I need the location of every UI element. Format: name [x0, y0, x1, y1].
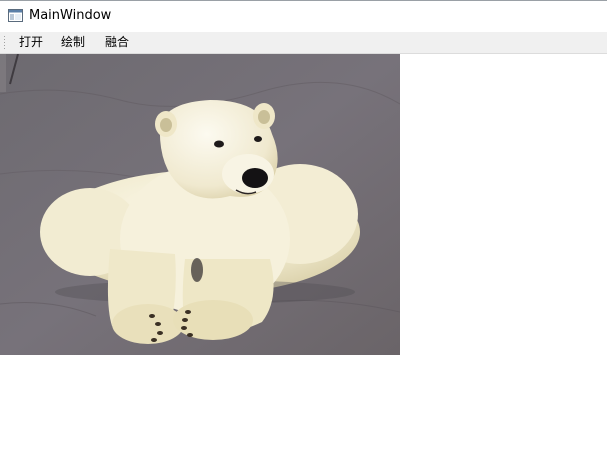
toolbar: 打开 绘制 融合 [0, 32, 607, 54]
window-title: MainWindow [29, 8, 112, 23]
blend-button[interactable]: 融合 [105, 34, 129, 51]
window-app-icon [8, 9, 23, 22]
open-button[interactable]: 打开 [19, 34, 43, 51]
title-bar[interactable]: MainWindow [0, 1, 607, 32]
main-window: MainWindow 打开 绘制 融合 [0, 0, 607, 471]
central-widget [0, 54, 607, 471]
polar-bear-image [0, 54, 400, 355]
toolbar-grip-icon[interactable] [3, 35, 6, 50]
draw-button[interactable]: 绘制 [61, 34, 85, 51]
